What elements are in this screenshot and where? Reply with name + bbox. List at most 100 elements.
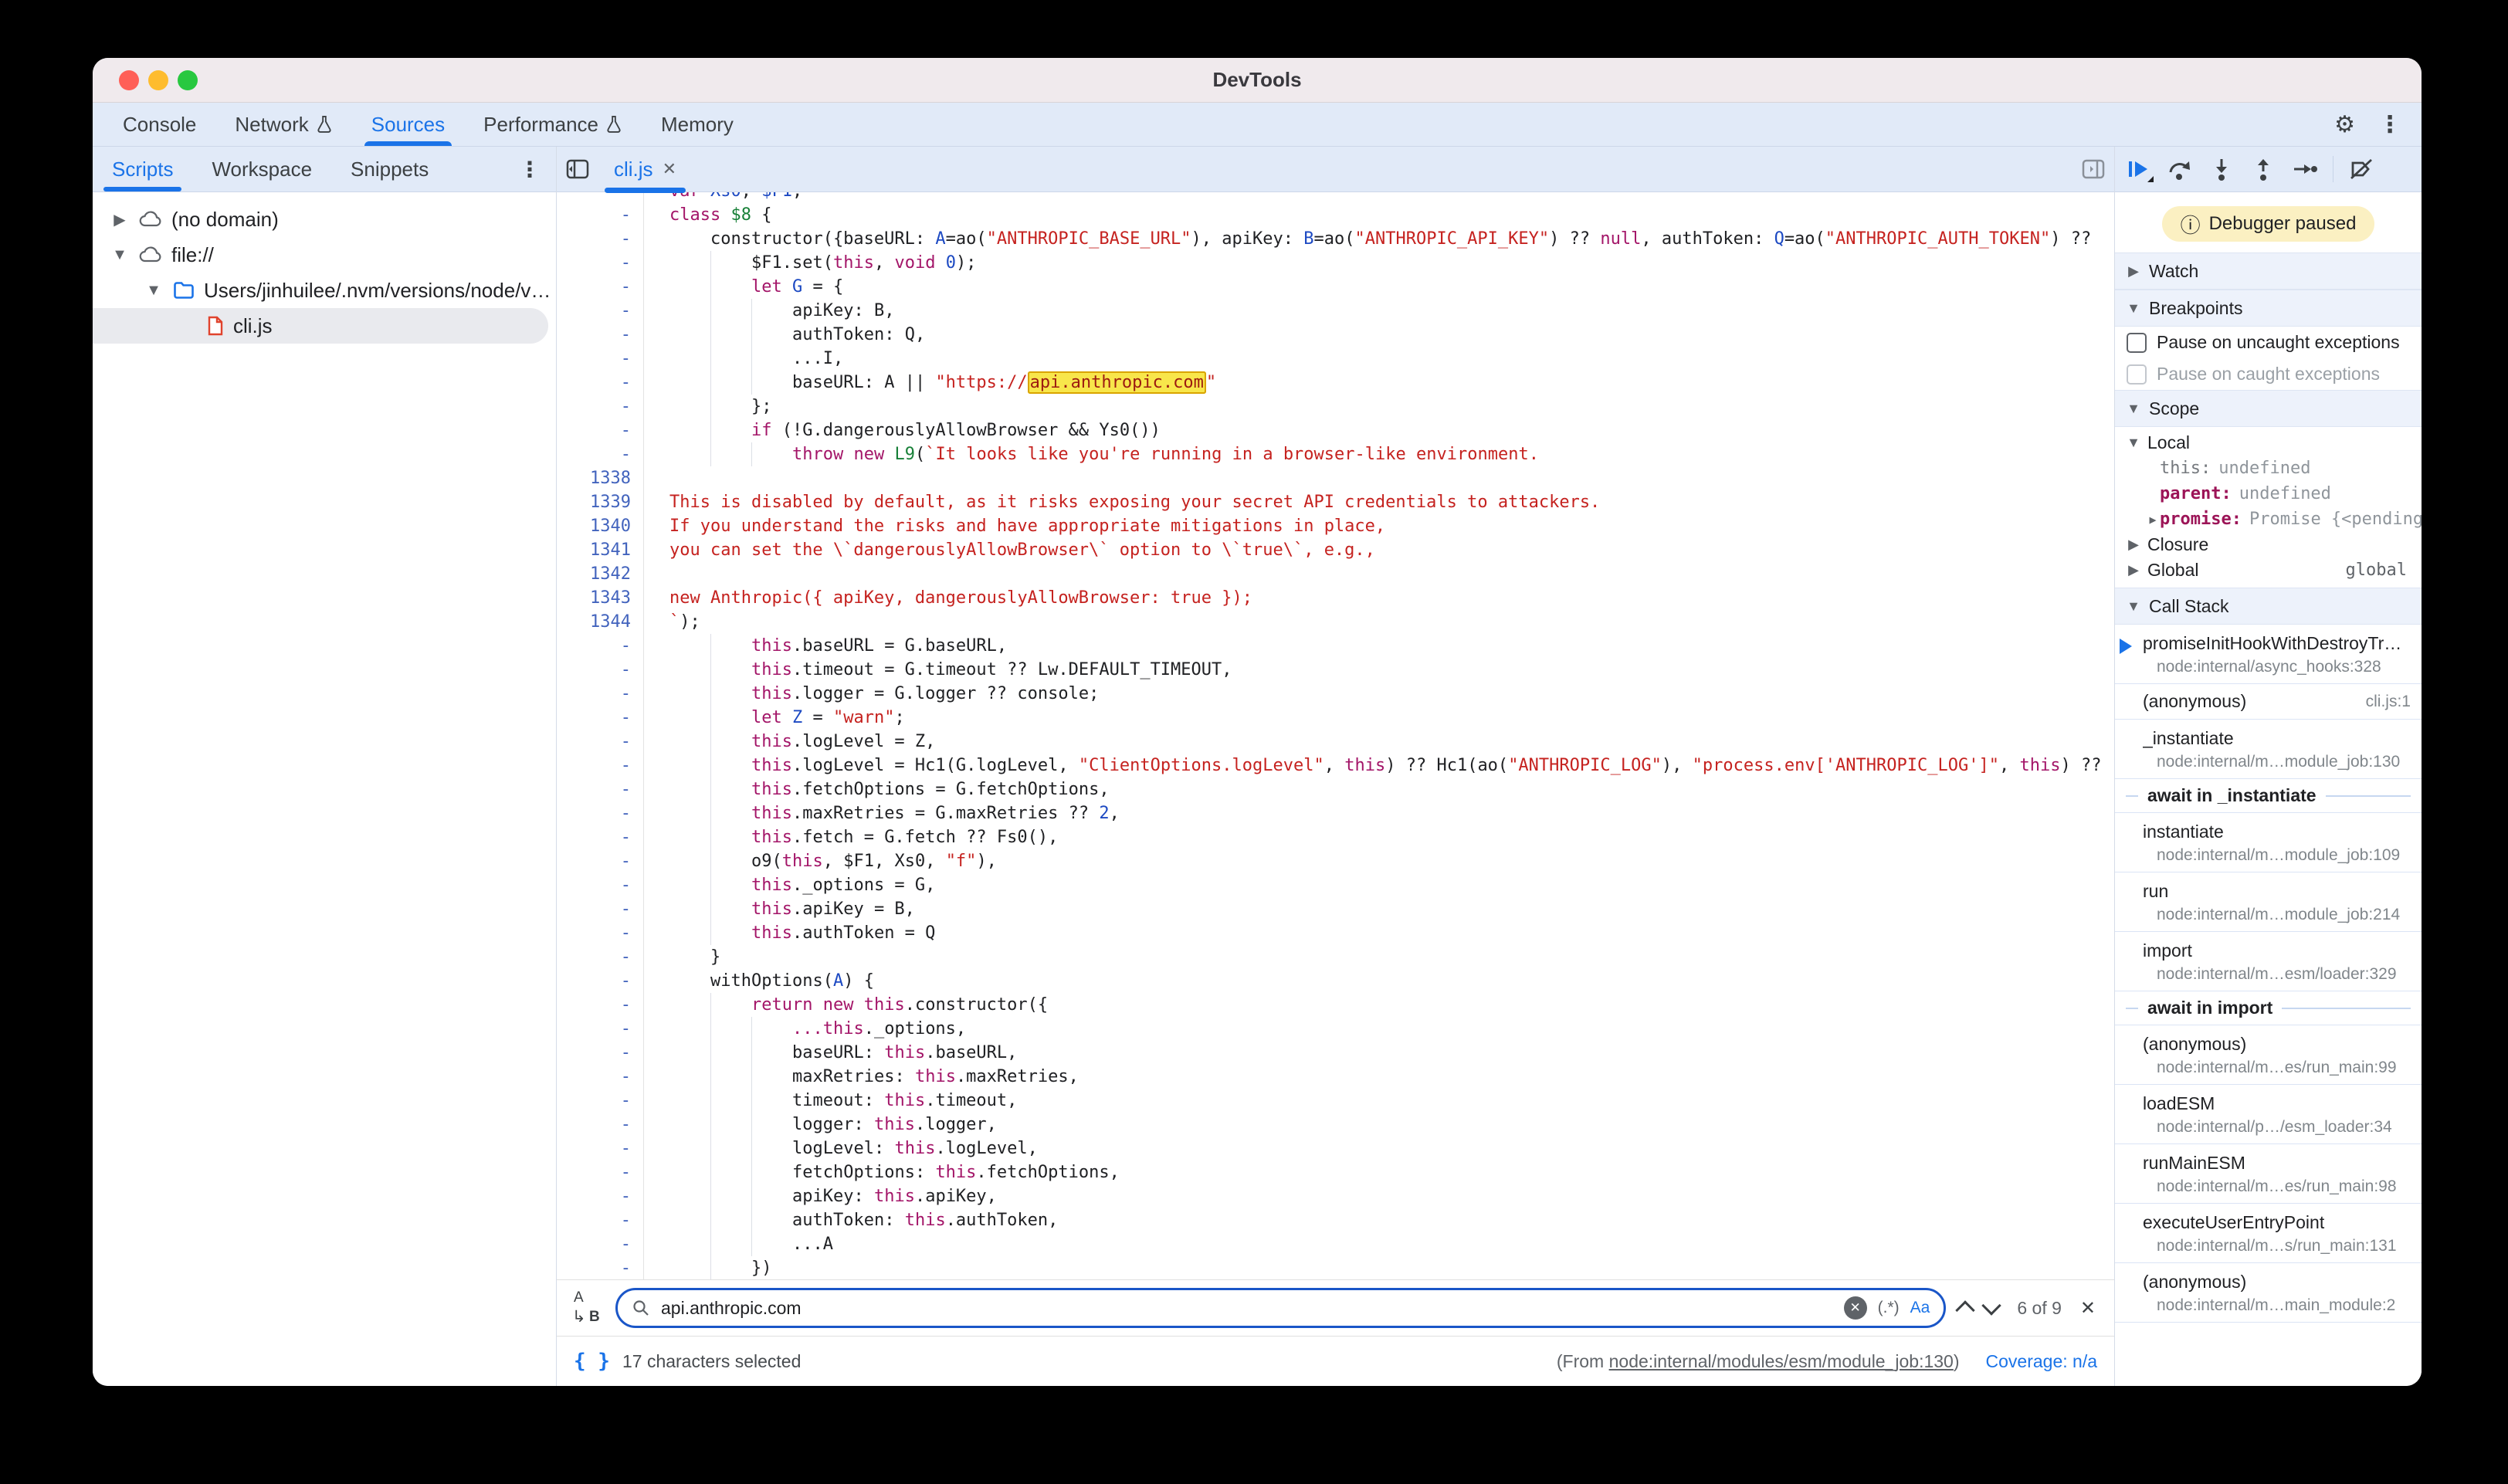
line-number[interactable]: - (557, 921, 644, 945)
scope-group-global[interactable]: ▶Globalglobal (2115, 557, 2422, 583)
previous-match-icon[interactable] (1956, 1300, 1975, 1320)
code-line[interactable]: var Xs0, $F1; (557, 192, 2114, 203)
line-number[interactable]: - (557, 203, 644, 227)
line-number[interactable]: - (557, 849, 644, 873)
watch-section-header[interactable]: ▶ Watch (2115, 252, 2422, 290)
call-stack-frame[interactable]: executeUserEntryPointnode:internal/m…s/r… (2115, 1204, 2422, 1263)
step-over-button[interactable] (2160, 151, 2200, 187)
breakpoint-option[interactable]: Pause on caught exceptions (2115, 358, 2422, 390)
line-number[interactable]: - (557, 754, 644, 778)
code-line[interactable]: -this.fetchOptions = G.fetchOptions, (557, 778, 2114, 801)
code-line[interactable]: 1339This is disabled by default, as it r… (557, 490, 2114, 514)
code-line[interactable]: -this.maxRetries = G.maxRetries ?? 2, (557, 801, 2114, 825)
code-line[interactable]: -let G = { (557, 275, 2114, 299)
call-stack-frame[interactable]: importnode:internal/m…esm/loader:329 (2115, 932, 2422, 991)
code-line[interactable]: 1338 (557, 466, 2114, 490)
line-number[interactable]: 1339 (557, 490, 644, 514)
line-number[interactable]: - (557, 227, 644, 251)
code-line[interactable]: -throw new L9(`It looks like you're runn… (557, 442, 2114, 466)
tree-item-users-jinhuilee-nvm-versions-node-v2-[interactable]: ▼Users/jinhuilee/.nvm/versions/node/v2… (93, 273, 556, 308)
code-line[interactable]: -this.logger = G.logger ?? console; (557, 682, 2114, 706)
line-number[interactable]: - (557, 993, 644, 1017)
call-stack-frame[interactable]: runMainESMnode:internal/m…es/run_main:98 (2115, 1144, 2422, 1204)
call-stack-frame[interactable]: (anonymous)cli.js:1 (2115, 684, 2422, 720)
line-number[interactable] (557, 192, 644, 203)
line-number[interactable]: - (557, 778, 644, 801)
line-number[interactable]: - (557, 1065, 644, 1089)
line-number[interactable]: 1341 (557, 538, 644, 562)
navigator-more-icon[interactable]: ⋮ (519, 147, 556, 191)
line-number[interactable]: - (557, 801, 644, 825)
call-stack-frame[interactable]: (anonymous)node:internal/m…main_module:2 (2115, 1263, 2422, 1323)
deactivate-breakpoints-button[interactable] (2341, 151, 2381, 187)
more-options-icon[interactable]: ⋮ (2378, 111, 2401, 138)
main-tab-network[interactable]: Network (215, 103, 351, 146)
line-number[interactable]: 1342 (557, 562, 644, 586)
line-number[interactable]: 1343 (557, 586, 644, 610)
line-number[interactable]: - (557, 299, 644, 323)
code-line[interactable]: -this.baseURL = G.baseURL, (557, 634, 2114, 658)
settings-gear-icon[interactable]: ⚙ (2334, 111, 2355, 138)
scope-section-header[interactable]: ▼ Scope (2115, 390, 2422, 427)
tree-item-file-[interactable]: ▼file:// (93, 237, 556, 273)
tree-item-cli-js[interactable]: cli.js (93, 308, 548, 344)
checkbox[interactable] (2127, 364, 2147, 385)
line-number[interactable]: - (557, 1041, 644, 1065)
line-number[interactable]: - (557, 323, 644, 347)
code-line[interactable]: -}; (557, 395, 2114, 418)
code-line[interactable]: -logger: this.logger, (557, 1113, 2114, 1137)
main-tab-console[interactable]: Console (103, 103, 215, 146)
breakpoint-option[interactable]: Pause on uncaught exceptions (2115, 327, 2422, 358)
code-line[interactable]: 1343new Anthropic({ apiKey, dangerouslyA… (557, 586, 2114, 610)
code-line[interactable]: -class $8 { (557, 203, 2114, 227)
line-number[interactable]: 1338 (557, 466, 644, 490)
line-number[interactable]: - (557, 897, 644, 921)
regex-toggle[interactable]: (.*) (1878, 1299, 1900, 1317)
match-case-toggle[interactable]: Aa (1910, 1299, 1930, 1317)
scope-variable[interactable]: parent:undefined (2115, 481, 2422, 507)
sidebar-tab-scripts[interactable]: Scripts (93, 147, 192, 191)
line-number[interactable]: - (557, 395, 644, 418)
line-number[interactable]: - (557, 1137, 644, 1160)
line-number[interactable]: 1344 (557, 610, 644, 634)
line-number[interactable]: - (557, 1256, 644, 1279)
minimize-window-button[interactable] (148, 70, 168, 90)
code-line[interactable]: -this.apiKey = B, (557, 897, 2114, 921)
code-line[interactable]: -apiKey: this.apiKey, (557, 1184, 2114, 1208)
code-line[interactable]: -baseURL: A || "https://api.anthropic.co… (557, 371, 2114, 395)
chevron-down-icon[interactable]: ▼ (110, 246, 130, 264)
step-button[interactable] (2285, 151, 2325, 187)
call-stack-section-header[interactable]: ▼ Call Stack (2115, 588, 2422, 625)
code-line[interactable]: -} (557, 945, 2114, 969)
chevron-right-icon[interactable]: ▶ (110, 210, 130, 229)
code-line[interactable]: -authToken: this.authToken, (557, 1208, 2114, 1232)
line-number[interactable]: - (557, 371, 644, 395)
line-number[interactable]: - (557, 730, 644, 754)
line-number[interactable]: - (557, 418, 644, 442)
tab-cli-js[interactable]: cli.js ✕ (602, 147, 689, 191)
close-search-icon[interactable]: ✕ (2080, 1297, 2096, 1320)
main-tab-performance[interactable]: Performance (464, 103, 642, 146)
call-stack-frame[interactable]: loadESMnode:internal/p…/esm_loader:34 (2115, 1085, 2422, 1144)
chevron-down-icon[interactable]: ▼ (144, 282, 164, 300)
call-stack-frame[interactable]: instantiatenode:internal/m…module_job:10… (2115, 813, 2422, 872)
search-query[interactable]: api.anthropic.com (661, 1298, 1833, 1319)
checkbox[interactable] (2127, 333, 2147, 353)
resume-script-button[interactable] (2118, 151, 2158, 187)
scope-variable[interactable]: this:undefined (2115, 456, 2422, 481)
code-line[interactable]: -$F1.set(this, void 0); (557, 251, 2114, 275)
call-stack-frame[interactable]: promiseInitHookWithDestroyTr…node:intern… (2115, 625, 2422, 684)
call-stack-frame[interactable]: (anonymous)node:internal/m…es/run_main:9… (2115, 1025, 2422, 1085)
line-number[interactable]: - (557, 347, 644, 371)
line-number[interactable]: - (557, 1184, 644, 1208)
call-stack-frame[interactable]: _instantiatenode:internal/m…module_job:1… (2115, 720, 2422, 779)
code-line[interactable]: -this.authToken = Q (557, 921, 2114, 945)
step-into-button[interactable] (2201, 151, 2242, 187)
code-line[interactable]: -this.timeout = G.timeout ?? Lw.DEFAULT_… (557, 658, 2114, 682)
line-number[interactable]: - (557, 634, 644, 658)
code-editor[interactable]: var Xs0, $F1;-class $8 {-constructor({ba… (557, 192, 2114, 1279)
code-line[interactable]: -...this._options, (557, 1017, 2114, 1041)
code-line[interactable]: -...A (557, 1232, 2114, 1256)
code-line[interactable]: 1344`); (557, 610, 2114, 634)
line-number[interactable]: - (557, 1017, 644, 1041)
